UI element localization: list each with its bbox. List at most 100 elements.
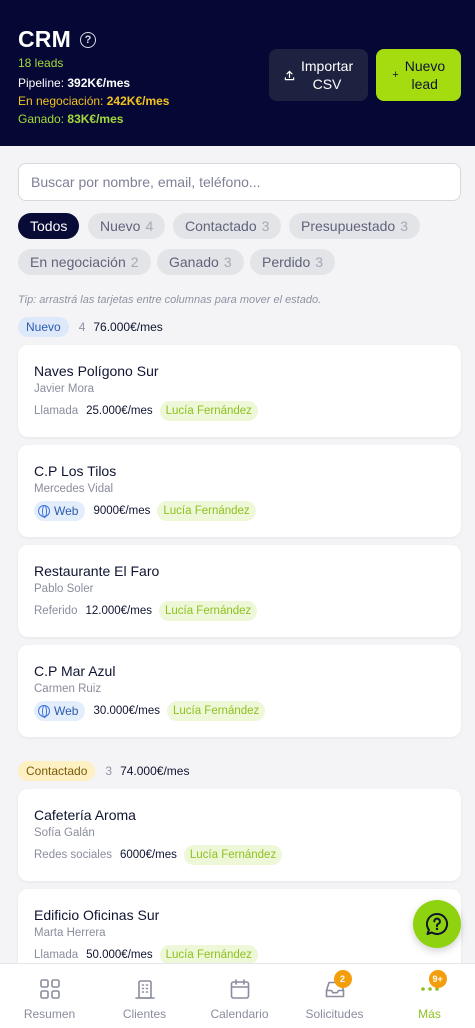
- negociacion-label: En negociación:: [18, 94, 104, 108]
- new-lead-label: Nuevo lead: [404, 58, 446, 92]
- ganado-label: Ganado:: [18, 112, 65, 126]
- column-total: 74.000€/mes: [120, 764, 190, 778]
- nav-label: Solicitudes: [305, 1007, 364, 1021]
- upload-icon: [284, 70, 295, 80]
- pipeline-stat: Pipeline: 392K€/mes: [18, 76, 130, 90]
- nav-label: Resumen: [23, 1007, 76, 1021]
- pipeline-value: 392K€/mes: [67, 76, 131, 90]
- notification-badge: 9+: [428, 970, 447, 988]
- nav-item-solicitudes[interactable]: 2 Solicitudes: [287, 964, 382, 1028]
- notification-badge: 2: [333, 970, 352, 988]
- lead-meta: Llamada 50.000€/mes Lucía Fernández: [34, 945, 258, 965]
- lead-amount: 9000€/mes: [93, 505, 151, 517]
- calendar-icon: [230, 979, 249, 999]
- nav-label: Clientes: [122, 1007, 167, 1021]
- column-header-nuevo: Nuevo 4 76.000€/mes: [18, 317, 163, 337]
- filter-chip-ganado[interactable]: Ganado 3: [157, 249, 244, 275]
- lead-contact: Sofía Galán: [34, 827, 95, 839]
- lead-name: Restaurante El Faro: [34, 563, 160, 579]
- lead-source: Llamada: [34, 949, 79, 961]
- lead-card[interactable]: Naves Polígono Sur Javier Mora Llamada 2…: [18, 345, 461, 437]
- lead-source-web: Web: [34, 701, 86, 721]
- filter-chip-en-negociacion[interactable]: En negociación 2: [18, 249, 151, 275]
- lead-card[interactable]: Restaurante El Faro Pablo Soler Referido…: [18, 545, 461, 637]
- page-title: CRM: [18, 26, 71, 52]
- lead-source: Redes sociales: [34, 849, 112, 861]
- nav-item-clientes[interactable]: Clientes: [97, 964, 192, 1028]
- lead-source-web: Web: [34, 501, 86, 521]
- lead-source: Web: [54, 504, 79, 518]
- search-input[interactable]: [18, 163, 461, 201]
- filter-count: 2: [130, 254, 139, 270]
- import-csv-label: Importar CSV: [301, 58, 354, 92]
- building-icon: [134, 980, 155, 999]
- inbox-icon-wrap: 2: [324, 970, 352, 1000]
- lead-contact: Mercedes Vidal: [34, 483, 114, 495]
- lead-name: Naves Polígono Sur: [34, 363, 159, 379]
- lead-contact: Pablo Soler: [34, 583, 94, 595]
- column-count: 3: [105, 764, 113, 778]
- filter-label: Presupuestado: [301, 218, 396, 234]
- lead-source: Web: [54, 704, 79, 718]
- lead-name: C.P Los Tilos: [34, 463, 117, 479]
- lead-name: C.P Mar Azul: [34, 663, 116, 679]
- lead-owner: Lucía Fernández: [157, 501, 256, 521]
- new-lead-button[interactable]: + Nuevo lead: [376, 49, 461, 101]
- title-row: CRM ?: [18, 26, 96, 53]
- filter-label: En negociación: [30, 254, 126, 270]
- lead-meta: Web 30.000€/mes Lucía Fernández: [34, 701, 266, 721]
- lead-card[interactable]: C.P Mar Azul Carmen Ruiz Web 30.000€/mes…: [18, 645, 461, 737]
- lead-amount: 25.000€/mes: [86, 405, 153, 417]
- lead-name: Cafetería Aroma: [34, 807, 136, 823]
- lead-contact: Marta Herrera: [34, 927, 106, 939]
- header: CRM ? 18 leads Pipeline: 392K€/mes En ne…: [0, 0, 475, 146]
- lead-source: Referido: [34, 605, 78, 617]
- help-icon[interactable]: ?: [79, 31, 96, 48]
- lead-contact: Javier Mora: [34, 383, 95, 395]
- filter-count: 3: [223, 254, 232, 270]
- lead-name: Edificio Oficinas Sur: [34, 907, 160, 923]
- plus-icon: +: [392, 69, 399, 81]
- lead-meta: Referido 12.000€/mes Lucía Fernández: [34, 601, 258, 621]
- lead-card[interactable]: Cafetería Aroma Sofía Galán Redes social…: [18, 789, 461, 881]
- filter-chip-contactado[interactable]: Contactado 3: [173, 213, 282, 239]
- chat-help-icon: [426, 912, 449, 935]
- lead-owner: Lucía Fernández: [166, 701, 266, 721]
- filter-chip-todos[interactable]: Todos: [18, 213, 80, 239]
- globe-icon: [38, 505, 50, 518]
- grid-icon: [39, 979, 60, 999]
- filter-label: Nuevo: [100, 218, 141, 234]
- column-total: 76.000€/mes: [93, 320, 163, 334]
- filter-chip-perdido[interactable]: Perdido 3: [250, 249, 336, 275]
- status-badge: Contactado: [18, 761, 96, 781]
- lead-amount: 50.000€/mes: [86, 949, 153, 961]
- nav-label: Calendario: [210, 1007, 269, 1021]
- lead-owner: Lucía Fernández: [183, 845, 283, 865]
- import-csv-button[interactable]: Importar CSV: [269, 49, 368, 101]
- filter-chip-presupuestado[interactable]: Presupuestado 3: [289, 213, 420, 239]
- dots-icon-wrap: 9+: [419, 970, 447, 1000]
- pipeline-label: Pipeline:: [18, 76, 65, 90]
- lead-amount: 12.000€/mes: [85, 605, 152, 617]
- globe-icon: [38, 705, 50, 718]
- ganado-stat: Ganado: 83K€/mes: [18, 112, 123, 126]
- filter-label: Contactado: [185, 218, 257, 234]
- negociacion-value: 242K€/mes: [106, 94, 170, 108]
- lead-card[interactable]: C.P Los Tilos Mercedes Vidal Web 9000€/m…: [18, 445, 461, 537]
- help-chat-button[interactable]: [413, 900, 461, 948]
- lead-owner: Lucía Fernández: [159, 945, 258, 965]
- nav-item-mas[interactable]: 9+ Más: [382, 964, 475, 1028]
- bottom-nav: Resumen Clientes Calendario 2 Solicitude…: [0, 963, 475, 1028]
- column-header-contactado: Contactado 3 74.000€/mes: [18, 761, 189, 781]
- nav-label: Más: [418, 1007, 441, 1021]
- filter-count: 3: [315, 254, 324, 270]
- lead-owner: Lucía Fernández: [159, 401, 258, 421]
- filter-chip-nuevo[interactable]: Nuevo 4: [88, 213, 166, 239]
- nav-item-resumen[interactable]: Resumen: [2, 964, 97, 1028]
- filter-count: 3: [400, 218, 408, 234]
- lead-source: Llamada: [34, 405, 79, 417]
- drag-tip: Tip: arrastrá las tarjetas entre columna…: [18, 294, 322, 306]
- lead-amount: 6000€/mes: [119, 849, 177, 861]
- nav-item-calendario[interactable]: Calendario: [192, 964, 287, 1028]
- lead-meta: Redes sociales 6000€/mes Lucía Fernández: [34, 845, 283, 865]
